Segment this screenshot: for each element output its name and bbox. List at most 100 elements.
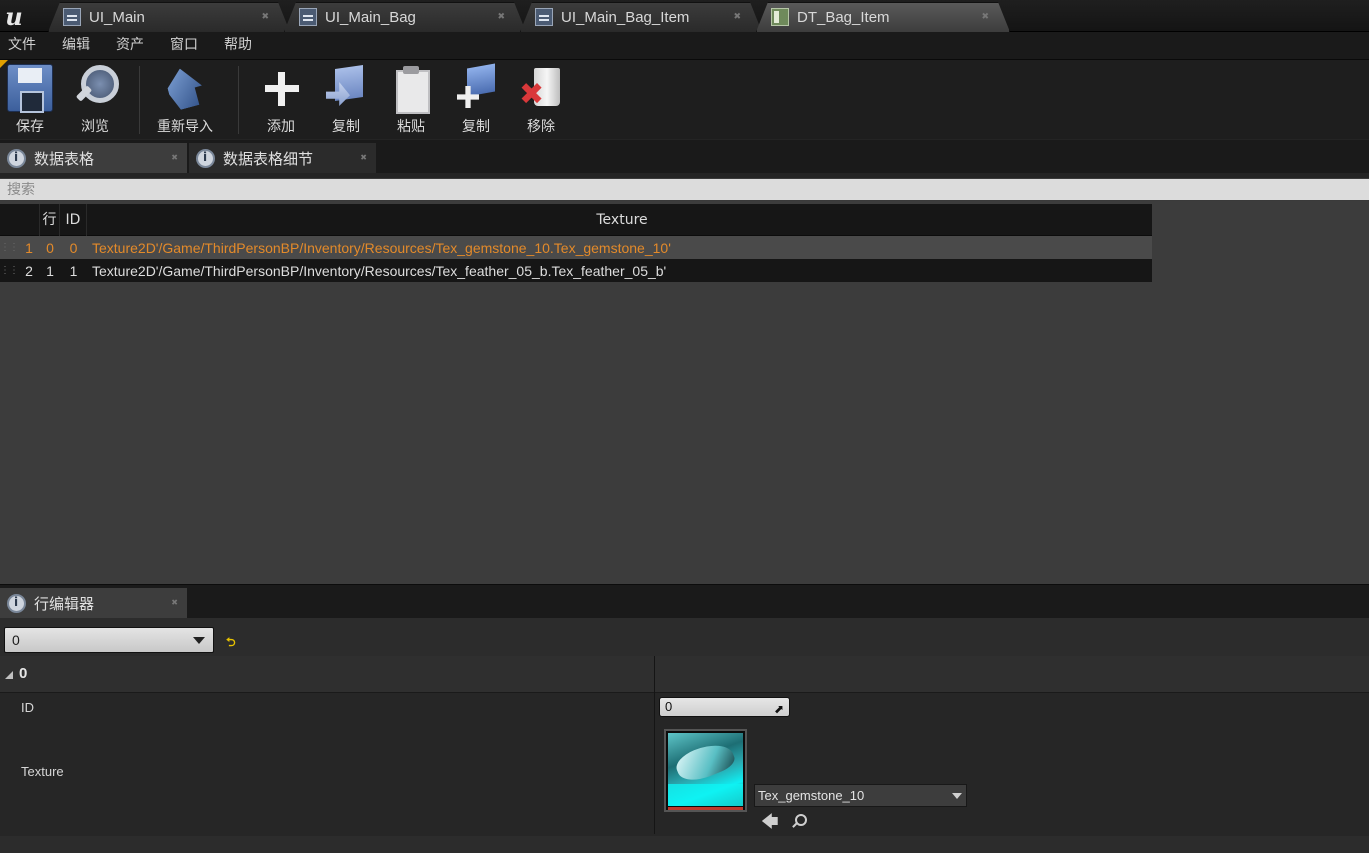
drag-handle-icon[interactable]: ⋮⋮ [0,265,19,276]
widget-blueprint-icon [63,8,81,26]
menu-window[interactable]: 窗口 [170,32,215,59]
row-id: 1 [69,262,78,279]
save-icon [7,64,53,113]
menu-help[interactable]: 帮助 [224,32,269,59]
widget-blueprint-icon [299,8,317,26]
id-number-field[interactable]: 0 ⬈ [659,697,790,717]
row-name: 0 [46,239,54,256]
close-icon[interactable]: ✖ [981,11,989,22]
menu-file[interactable]: 文件 [8,32,53,59]
panel-tab-bar: 数据表格 ✖ 数据表格细节 ✖ [0,140,1369,173]
add-row-button[interactable]: 添加 [258,64,304,138]
data-table-panel: 行 ID Texture ⋮⋮ 1 0 0 Texture2D'/Game/Th… [0,201,1369,584]
use-selected-arrow-icon[interactable]: 🡄 [761,813,779,831]
close-icon[interactable]: ✖ [171,598,178,607]
expand-arrow-icon[interactable] [5,671,13,679]
doc-tab-dt-bag-item[interactable]: DT_Bag_Item ✖ [756,2,1010,32]
doc-tab-ui-main[interactable]: UI_Main ✖ [48,2,290,32]
clipboard-icon [388,64,434,114]
remove-label: 移除 [527,119,555,135]
asset-name: Tex_gemstone_10 [758,788,865,803]
info-icon [7,149,26,168]
doc-tab-label: UI_Main [89,9,145,26]
tab-label: 数据表格 [34,149,95,168]
row-editor-panel: 0 ⮌ 0 ID 0 ⬈ Texture Tex_gemstone_10 🡄 [0,618,1369,853]
row-name-dropdown[interactable]: 0 [4,627,214,653]
duplicate-icon [453,64,499,112]
browse-label: 浏览 [81,119,109,135]
reimport-button[interactable]: 重新导入 [157,64,213,138]
data-table: 行 ID Texture ⋮⋮ 1 0 0 Texture2D'/Game/Th… [0,203,1152,282]
row-name-value: 0 [12,632,20,648]
unreal-logo-icon[interactable]: u [0,0,28,32]
close-icon[interactable]: ✖ [261,11,269,22]
row-id: 0 [69,239,78,256]
table-row[interactable]: ⋮⋮ 2 1 1 Texture2D'/Game/ThirdPersonBP/I… [0,259,1152,282]
remove-row-button[interactable]: 移除 [518,64,564,138]
info-icon [7,594,26,613]
doc-tab-label: UI_Main_Bag_Item [561,9,690,26]
info-icon [196,149,215,168]
column-splitter[interactable] [654,656,655,834]
doc-tab-label: UI_Main_Bag [325,9,416,26]
search-input[interactable] [0,179,1369,200]
widget-blueprint-icon [535,8,553,26]
asset-picker-combo[interactable]: Tex_gemstone_10 [754,784,967,807]
close-icon[interactable]: ✖ [360,153,367,162]
row-number: 2 [25,262,33,279]
reimport-label: 重新导入 [157,119,213,135]
copy-icon [323,64,369,112]
toolbar: 保存 浏览 重新导入 添加 复制 粘贴 复制 移除 [0,59,1369,139]
spin-arrows-icon[interactable]: ⬈ [774,700,784,718]
category-title: 0 [19,665,28,682]
column-header-texture[interactable]: Texture [87,212,1152,228]
table-row[interactable]: ⋮⋮ 1 0 0 Texture2D'/Game/ThirdPersonBP/I… [0,236,1152,259]
tab-row-editor[interactable]: 行编辑器 ✖ [0,588,187,618]
column-header-row-name[interactable]: 行 [40,203,60,236]
property-label-id: ID [21,700,34,715]
row-editor-tab-bar: 行编辑器 ✖ [0,584,1369,618]
close-icon[interactable]: ✖ [171,153,178,162]
doc-tab-ui-main-bag[interactable]: UI_Main_Bag ✖ [284,2,526,32]
doc-tab-ui-main-bag-item[interactable]: UI_Main_Bag_Item ✖ [520,2,762,32]
close-icon[interactable]: ✖ [733,11,741,22]
paste-row-button[interactable]: 粘贴 [388,64,434,138]
toolbar-separator [139,66,140,134]
tab-label: 数据表格细节 [223,149,314,168]
duplicate-row-button[interactable]: 复制 [453,64,499,138]
column-header-id[interactable]: ID [60,203,87,236]
duplicate-label: 复制 [462,119,490,135]
table-header: 行 ID Texture [0,203,1152,236]
drag-handle-icon[interactable]: ⋮⋮ [0,242,19,253]
paste-label: 粘贴 [397,119,425,135]
menu-asset[interactable]: 资产 [116,32,161,59]
menu-edit[interactable]: 编辑 [62,32,107,59]
column-header-row[interactable] [18,203,40,236]
chevron-down-icon [952,793,962,799]
copy-row-button[interactable]: 复制 [323,64,369,138]
search-bar [0,178,1369,201]
plus-icon [258,64,304,112]
tab-data-table[interactable]: 数据表格 ✖ [0,143,187,173]
thumbnail-asset-color-bar [668,807,743,810]
trash-icon [518,64,564,112]
browse-button[interactable]: 浏览 [72,64,119,138]
tab-data-table-details[interactable]: 数据表格细节 ✖ [189,143,376,173]
row-texture: Texture2D'/Game/ThirdPersonBP/Inventory/… [92,262,667,279]
copy-label: 复制 [332,119,360,135]
texture-thumbnail[interactable] [664,729,747,812]
row-texture: Texture2D'/Game/ThirdPersonBP/Inventory/… [92,239,671,256]
property-label-texture: Texture [21,764,64,779]
reset-to-default-icon[interactable]: ⮌ [226,633,236,654]
row-details: 0 ID 0 ⬈ Texture Tex_gemstone_10 🡄 [0,656,1369,836]
menu-bar: 文件 编辑 资产 窗口 帮助 [0,32,1369,59]
browse-search-icon[interactable] [791,813,807,829]
reimport-icon [162,64,208,112]
save-button[interactable]: 保存 [7,64,53,138]
chevron-down-icon [193,637,205,644]
magnifier-icon [72,64,119,112]
document-tab-bar: u UI_Main ✖ UI_Main_Bag ✖ UI_Main_Bag_It… [0,0,1369,32]
category-header[interactable]: 0 [0,656,1369,693]
save-label: 保存 [16,119,44,135]
close-icon[interactable]: ✖ [497,11,505,22]
